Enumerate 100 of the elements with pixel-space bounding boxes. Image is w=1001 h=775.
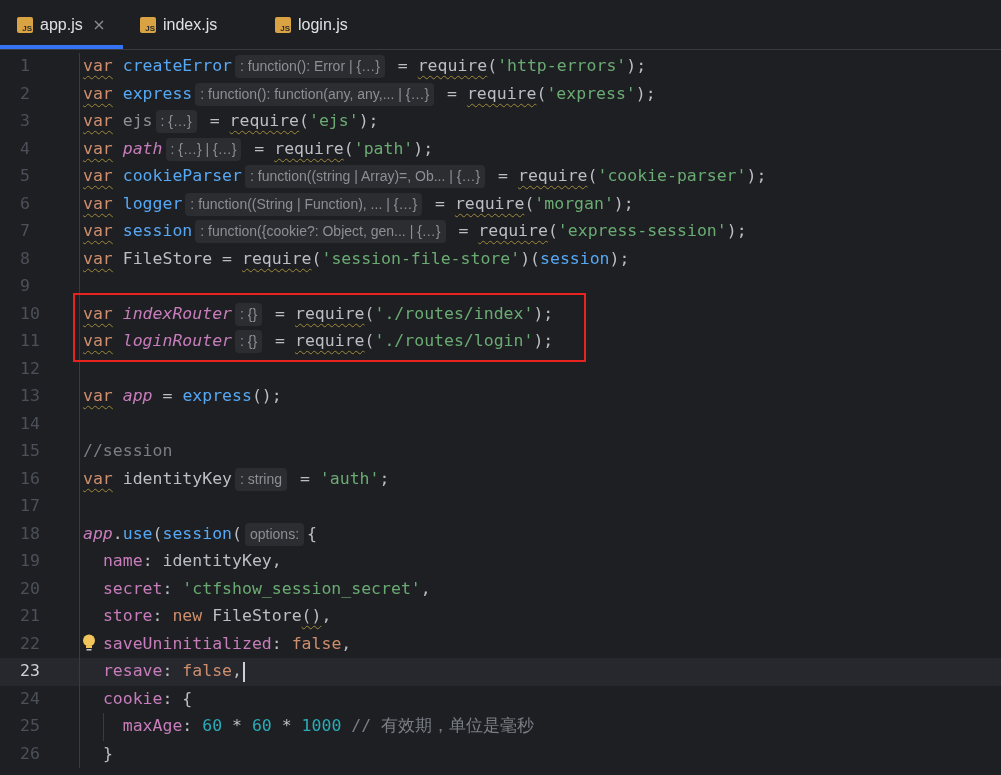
line-number: 23	[19, 660, 40, 683]
code-text: =	[300, 467, 311, 490]
code-text: =	[254, 137, 266, 160]
code-text: );	[609, 247, 630, 270]
string-literal: 'session-file-store'	[321, 247, 521, 270]
property-name: store	[102, 605, 153, 628]
code-text: :	[152, 605, 164, 628]
code-text: );	[626, 55, 647, 78]
keyword: var	[83, 165, 113, 188]
code-text: (	[152, 522, 163, 545]
code-text: (	[587, 165, 598, 188]
string-literal: './routes/index'	[374, 302, 534, 325]
code-text: :	[162, 660, 174, 683]
code-text: require	[454, 192, 525, 215]
code-text: ,	[341, 632, 352, 655]
identifier: cookieParser	[122, 165, 242, 188]
code-comment: //session	[83, 440, 173, 463]
code-text: *	[281, 715, 293, 738]
string-literal: 'ejs'	[309, 110, 359, 133]
string-literal: './routes/login'	[374, 330, 534, 353]
code-text: =	[458, 220, 470, 243]
code-text: =	[275, 330, 287, 353]
close-icon[interactable]	[93, 19, 104, 30]
code-text: =	[498, 165, 510, 188]
code-text: : {	[162, 687, 193, 710]
code-text: =	[435, 192, 446, 215]
code-text: =	[275, 302, 287, 325]
inlay-hint: : function(): Error | {…}	[235, 55, 385, 79]
code-text: require	[274, 137, 344, 160]
tab-label: index.js	[163, 14, 218, 35]
code-text: );	[726, 220, 747, 243]
keyword: var	[83, 110, 113, 133]
code-text: require	[229, 110, 300, 133]
property-name: secret	[102, 577, 163, 600]
string-literal: 'path'	[353, 137, 414, 160]
identifier: path	[122, 137, 163, 160]
string-literal: 'morgan'	[534, 192, 614, 215]
inlay-hint: : {}	[235, 330, 263, 354]
identifier: use	[122, 522, 153, 545]
code-text: ;	[379, 467, 390, 490]
identifier: session	[540, 247, 610, 270]
identifier: indexRouter	[122, 302, 233, 325]
code-text: require	[295, 330, 365, 353]
number-literal: 1000	[301, 715, 342, 738]
code-text: FileStore =	[122, 247, 234, 270]
property-name: maxAge	[122, 715, 183, 738]
code-text: );	[635, 82, 656, 105]
keyword: var	[83, 302, 113, 325]
identifier: app	[83, 522, 113, 545]
keyword: false	[291, 632, 342, 655]
code-text: *	[232, 715, 243, 738]
code-text: require	[241, 247, 312, 270]
code-text: (	[343, 137, 354, 160]
number-literal: 60	[251, 715, 272, 738]
javascript-file-icon: JS	[17, 16, 33, 33]
keyword: var	[83, 55, 113, 78]
code-comment: // 有效期，单位是毫秒	[351, 715, 535, 738]
tab-label: app.js	[40, 14, 83, 35]
inlay-hint: : function((string | Array)=, Ob... | {…}	[244, 165, 486, 189]
inlay-hint: : string	[235, 467, 288, 491]
code-text: (	[311, 247, 322, 270]
code-text: require	[518, 165, 588, 188]
file-tab[interactable]: JS login.js	[258, 0, 408, 49]
javascript-file-icon: JS	[275, 16, 291, 33]
code-text: (	[547, 220, 558, 243]
keyword: var	[83, 385, 113, 408]
identifier: createError	[122, 55, 233, 78]
string-literal: 'auth'	[319, 467, 380, 490]
keyword: false	[182, 660, 233, 683]
code-text: =	[447, 82, 458, 105]
code-text: );	[533, 302, 554, 325]
keyword: var	[83, 82, 113, 105]
code-text: require	[295, 302, 365, 325]
keyword: var	[83, 192, 113, 215]
string-literal: 'http-errors'	[497, 55, 627, 78]
code-text: (	[524, 192, 535, 215]
file-tab[interactable]: JS app.js	[0, 0, 123, 49]
code-text: );	[533, 330, 554, 353]
property-name: saveUninitialized	[102, 632, 272, 655]
property-name: name	[102, 550, 143, 573]
string-literal: 'express-session'	[557, 220, 727, 243]
code-text: ,	[420, 577, 431, 600]
code-text: );	[746, 165, 767, 188]
code-text: )(	[520, 247, 540, 270]
lightbulb-icon[interactable]	[82, 633, 96, 651]
code-text: (	[299, 110, 309, 133]
file-tab[interactable]: JS index.js	[123, 0, 258, 49]
identifier: express	[122, 82, 193, 105]
code-text: ,	[321, 605, 332, 628]
identifier: session	[122, 220, 193, 243]
code-text: (	[364, 302, 375, 325]
identifier: app	[122, 385, 153, 408]
tab-label: login.js	[298, 14, 348, 35]
code-text: =	[162, 385, 174, 408]
property-name: cookie	[102, 687, 163, 710]
code-text: (	[487, 55, 498, 78]
code-text: }	[102, 742, 113, 765]
identifier: loginRouter	[122, 330, 233, 353]
code-text: :	[162, 577, 174, 600]
inlay-hint: : function({cookie?: Object, gen... | {…}	[195, 220, 446, 244]
